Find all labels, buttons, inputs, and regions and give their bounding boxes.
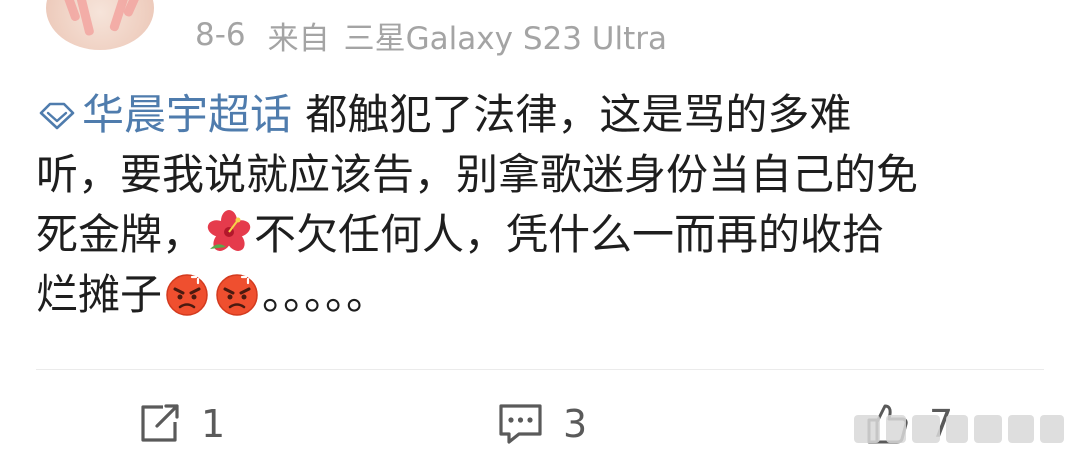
watermark-logo [854, 415, 1064, 443]
speech-bubble-icon [499, 404, 542, 444]
repost-button[interactable]: 1 [137, 398, 225, 450]
topic-link[interactable]: 华晨宇超话 [36, 90, 292, 139]
angry-face-emoji [216, 269, 258, 316]
post-date: 8-6 [195, 17, 246, 53]
hibiscus-emoji [207, 210, 251, 251]
comment-text-line-4a: 烂摊子 [36, 270, 163, 319]
comment-text-line-2: 听，要我说就应该告，别拿歌迷身份当自己的免 [36, 150, 919, 199]
share-arrow-icon [141, 404, 179, 442]
source-device[interactable]: 三星Galaxy S23 Ultra [344, 13, 667, 58]
post-meta: 8-6 来自 三星Galaxy S23 Ultra [195, 10, 667, 60]
diamond-icon [39, 102, 75, 130]
topic-label[interactable]: 华晨宇超话 [82, 90, 292, 139]
comment-button[interactable]: 3 [497, 398, 587, 450]
source-prefix: 来自 [267, 20, 330, 57]
comment-text-line-1: 都触犯了法律，这是骂的多难 [305, 90, 852, 139]
comment-text: 华晨宇超话 都触犯了法律，这是骂的多难 听，要我说就应该告，别拿歌迷身份当自己的… [36, 85, 1046, 325]
comment-card: 8-6 来自 三星Galaxy S23 Ultra 华晨宇超话 都触犯了法律，这… [0, 0, 1080, 455]
comment-line: 听，要我说就应该告，别拿歌迷身份当自己的免 [36, 145, 1046, 205]
comment-line: 华晨宇超话 都触犯了法律，这是骂的多难 [36, 85, 1046, 145]
comment-text-line-3a: 死金牌， [36, 210, 205, 259]
comment-text-line-3b: 不欠任何人，凭什么一而再的收拾 [254, 210, 885, 259]
comment-count: 3 [563, 402, 588, 446]
angry-face-emoji [166, 269, 208, 316]
divider [36, 369, 1044, 370]
comment-line: 死金牌， 不欠任何人，凭什么一而再的收拾 [36, 205, 1046, 265]
comment-line: 烂摊子 。。。。。 [36, 265, 1046, 325]
repost-count: 1 [201, 402, 226, 446]
comment-text-line-4b: 。。。。。 [262, 270, 389, 319]
avatar[interactable] [46, 0, 154, 50]
